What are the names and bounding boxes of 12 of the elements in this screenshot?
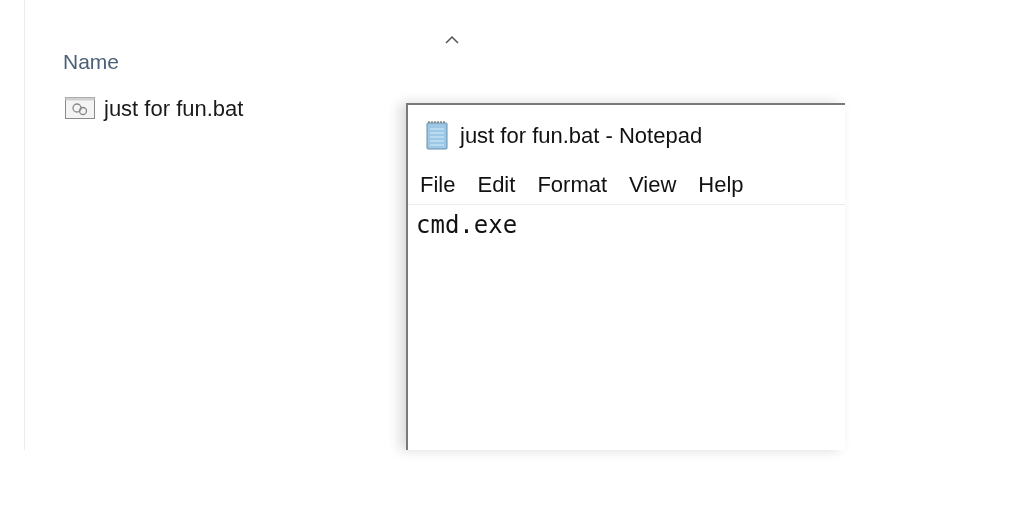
sort-chevron-icon[interactable] — [444, 35, 460, 45]
notepad-icon — [424, 120, 450, 150]
menu-item[interactable]: Format — [537, 168, 608, 201]
menu-item[interactable]: File — [420, 168, 456, 201]
batch-file-icon — [65, 97, 95, 119]
menu-item[interactable]: Edit — [477, 168, 516, 201]
column-header[interactable]: Name — [63, 50, 120, 73]
file-name[interactable]: just for fun.bat — [104, 91, 244, 125]
menu-item[interactable]: Help — [698, 168, 744, 201]
menu-item[interactable]: View — [629, 168, 677, 201]
text-content: cmd.exe — [416, 211, 518, 239]
window-title: just for fun.bat - Notepad — [460, 121, 703, 150]
